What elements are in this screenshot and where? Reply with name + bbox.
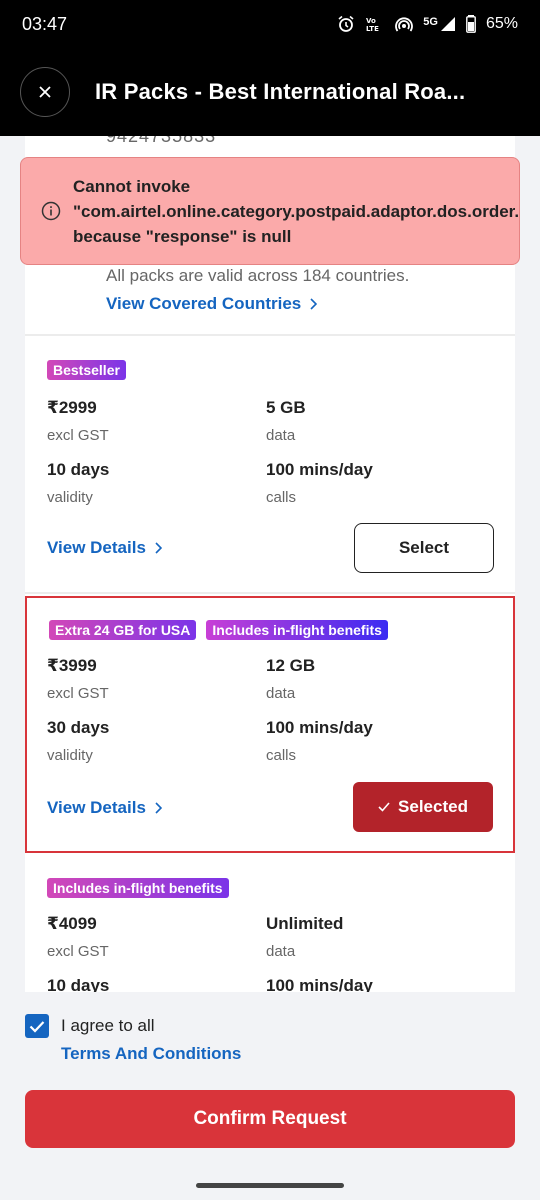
badge-inflight: Includes in-flight benefits — [47, 878, 229, 898]
page-title: IR Packs - Best International Roa... — [95, 79, 466, 104]
pack-badges: Bestseller — [47, 360, 126, 380]
chevron-right-icon — [310, 298, 318, 310]
battery-icon — [466, 15, 476, 33]
selected-label: Selected — [398, 797, 468, 816]
check-icon — [378, 802, 390, 812]
pack-price: ₹2999 excl GST — [47, 398, 109, 444]
confirm-request-button[interactable]: Confirm Request — [25, 1090, 515, 1148]
check-icon — [29, 1020, 45, 1033]
agree-label: I agree to all — [61, 1016, 155, 1035]
pack-card-2999[interactable]: Bestseller ₹2999 excl GST 5 GB data 10 d… — [25, 336, 515, 592]
account-number: 9424735833 — [106, 136, 217, 146]
signal-icon — [440, 17, 455, 31]
chevron-right-icon — [155, 542, 162, 554]
hotspot-icon — [395, 17, 414, 32]
close-button[interactable] — [20, 67, 70, 117]
terms-and-conditions-link[interactable]: Terms And Conditions — [61, 1044, 241, 1064]
badge-inflight: Includes in-flight benefits — [206, 620, 388, 640]
volte-icon: Vo LTE — [366, 17, 379, 33]
view-covered-countries-link[interactable]: View Covered Countries — [106, 294, 318, 314]
pack-badges: Includes in-flight benefits — [47, 878, 229, 898]
pack-validity: 10 days validity — [47, 976, 110, 992]
network-type: 5G — [423, 16, 438, 28]
select-button[interactable]: Select — [354, 523, 494, 573]
app-bar: IR Packs - Best International Roa... — [0, 48, 540, 136]
svg-text:Vo: Vo — [366, 17, 376, 25]
badge-bestseller: Bestseller — [47, 360, 126, 380]
pack-badges: Extra 24 GB for USA Includes in-flight b… — [49, 620, 388, 640]
error-toast: Cannot invoke "com.airtel.online.categor… — [20, 157, 520, 265]
status-time: 03:47 — [22, 13, 68, 34]
pack-data: 5 GB data — [266, 398, 306, 444]
agree-checkbox[interactable] — [25, 1014, 49, 1038]
pack-card-4099[interactable]: Includes in-flight benefits ₹4099 excl G… — [25, 856, 515, 992]
pack-data: Unlimited data — [266, 914, 344, 960]
info-icon — [41, 201, 61, 221]
pack-data: 12 GB data — [266, 656, 316, 702]
status-icons: Vo LTE 5G 65% — [337, 15, 518, 33]
coverage-text: All packs are valid across 184 countries… — [106, 266, 410, 285]
pack-calls: 100 mins/day calls — [266, 976, 373, 992]
view-details-label: View Details — [47, 538, 146, 557]
close-icon — [39, 86, 51, 98]
pack-calls: 100 mins/day calls — [266, 718, 373, 764]
home-indicator[interactable] — [196, 1183, 344, 1188]
view-covered-countries-label: View Covered Countries — [106, 294, 302, 313]
view-details-link[interactable]: View Details — [47, 538, 162, 558]
pack-validity: 30 days validity — [47, 718, 110, 764]
battery-level: 65% — [485, 15, 518, 32]
pack-card-3999[interactable]: Extra 24 GB for USA Includes in-flight b… — [25, 596, 515, 853]
divider — [25, 592, 515, 594]
pack-price: ₹4099 excl GST — [47, 914, 109, 960]
pack-calls: 100 mins/day calls — [266, 460, 373, 506]
status-bar: 03:47 Vo LTE 5G 65% — [0, 0, 540, 48]
badge-extra-usa: Extra 24 GB for USA — [49, 620, 197, 640]
error-message: Cannot invoke "com.airtel.online.categor… — [73, 176, 520, 246]
pack-price: ₹3999 excl GST — [47, 656, 109, 702]
chevron-right-icon — [155, 802, 162, 814]
pack-validity: 10 days validity — [47, 460, 110, 506]
svg-text:LTE: LTE — [366, 25, 379, 33]
selected-button[interactable]: Selected — [353, 782, 493, 832]
footer: I agree to all Terms And Conditions Conf… — [0, 992, 540, 1200]
view-details-link[interactable]: View Details — [47, 798, 162, 818]
view-details-label: View Details — [47, 798, 146, 817]
alarm-icon — [338, 15, 354, 32]
